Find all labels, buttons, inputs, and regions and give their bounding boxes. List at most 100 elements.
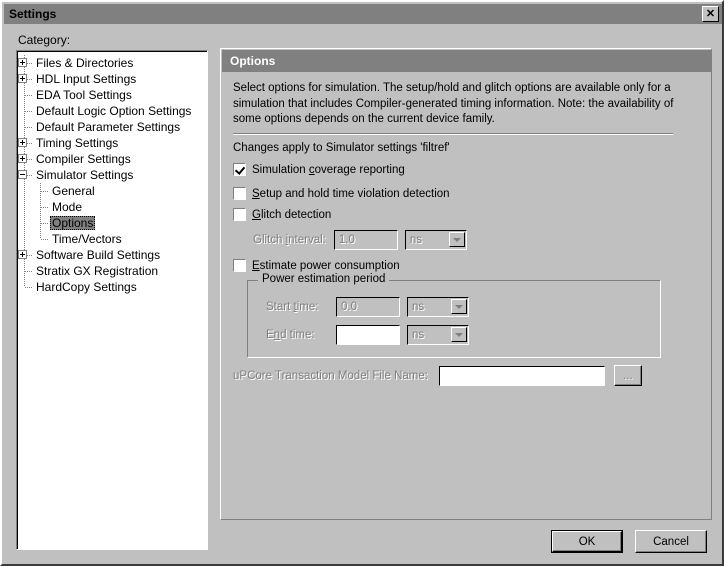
checkbox-setup-hold[interactable] — [233, 187, 246, 200]
end-time-row: End time: ns — [266, 325, 469, 345]
sidebar-item-label: Software Build Settings — [36, 248, 161, 262]
sidebar-item-label: Timing Settings — [36, 136, 119, 150]
options-description: Select options for simulation. The setup… — [233, 82, 674, 125]
checkbox-row-glitch-detection[interactable]: Glitch detection — [233, 208, 331, 221]
select-start-time-unit[interactable]: ns — [407, 297, 469, 317]
expand-icon[interactable] — [18, 138, 27, 147]
tree-node-connector — [17, 55, 33, 71]
label-setup-hold: Setup and hold time violation detection — [252, 187, 450, 200]
sidebar-item-timing-settings[interactable]: Timing Settings — [17, 135, 207, 151]
options-header: Options — [222, 50, 711, 72]
sidebar-item-label: Stratix GX Registration — [36, 264, 159, 278]
title-bar: Settings ✕ — [4, 4, 722, 24]
category-tree[interactable]: Files & Directories HDL Input Settings EDA… — [17, 51, 207, 295]
label-glitch-detection: Glitch detection — [252, 208, 332, 221]
sidebar-item-label: General — [52, 184, 95, 198]
group-power-estimation-period: Power estimation period Start time: 0.0 … — [247, 273, 661, 358]
sidebar-item-general[interactable]: General — [17, 183, 207, 199]
options-panel: Options Select options for simulation. T… — [220, 48, 712, 520]
section-divider — [233, 133, 673, 135]
browse-button[interactable]: ... — [613, 365, 642, 386]
label-upcore-file: uPCore Transaction Model File Name: — [233, 369, 428, 382]
chevron-down-icon[interactable] — [448, 232, 465, 247]
sidebar-item-label: HardCopy Settings — [36, 280, 137, 294]
checkbox-row-setup-hold[interactable]: Setup and hold time violation detection — [233, 187, 450, 200]
expand-icon[interactable] — [18, 154, 27, 163]
tree-indent — [17, 199, 33, 215]
label-estimate-power: Estimate power consumption — [252, 259, 400, 272]
label-end-time: End time: — [266, 329, 315, 341]
sidebar-item-label: Simulator Settings — [36, 168, 134, 182]
upcore-file-row: uPCore Transaction Model File Name: ... — [233, 365, 642, 386]
sidebar-item-label: Mode — [52, 200, 83, 214]
tree-node-connector — [33, 199, 49, 215]
tree-node-connector — [33, 183, 49, 199]
category-label: Category: — [18, 33, 71, 47]
tree-indent — [17, 183, 33, 199]
sidebar-item-label: Options — [50, 216, 96, 230]
sidebar-item-time-vectors[interactable]: Time/Vectors — [17, 231, 207, 247]
sidebar-item-hardcopy-settings[interactable]: HardCopy Settings — [17, 279, 207, 295]
tree-node-connector — [17, 71, 33, 87]
sidebar-item-eda-tool-settings[interactable]: EDA Tool Settings — [17, 87, 207, 103]
input-start-time[interactable]: 0.0 — [336, 297, 400, 317]
input-upcore-file[interactable] — [438, 365, 605, 386]
window-title: Settings — [9, 7, 57, 21]
input-end-time[interactable] — [336, 325, 400, 345]
expand-icon[interactable] — [18, 250, 27, 259]
sidebar-item-simulator-settings[interactable]: Simulator Settings — [17, 167, 207, 183]
checkbox-simulation-coverage[interactable] — [233, 163, 246, 176]
chevron-down-icon[interactable] — [451, 327, 467, 342]
checkbox-row-simulation-coverage[interactable]: Simulation coverage reporting — [233, 163, 405, 176]
sidebar-item-options[interactable]: Options — [17, 215, 207, 231]
input-glitch-interval[interactable]: 1.0 — [333, 230, 398, 250]
changes-apply-text: Changes apply to Simulator settings 'fil… — [233, 142, 450, 154]
tree-node-connector — [17, 167, 33, 183]
tree-node-connector — [33, 215, 49, 231]
start-time-row: Start time: 0.0 ns — [266, 297, 469, 317]
sidebar-item-default-parameter-settings[interactable]: Default Parameter Settings — [17, 119, 207, 135]
tree-node-connector — [17, 87, 33, 103]
sidebar-item-label: HDL Input Settings — [36, 72, 137, 86]
tree-node-connector — [17, 247, 33, 263]
cancel-button[interactable]: Cancel — [635, 530, 707, 553]
ok-button[interactable]: OK — [551, 530, 623, 553]
sidebar-item-label: Default Parameter Settings — [36, 120, 181, 134]
tree-node-connector — [33, 231, 49, 247]
expand-icon[interactable] — [18, 58, 27, 67]
tree-indent — [17, 215, 33, 231]
tree-indent — [17, 231, 33, 247]
checkbox-glitch-detection[interactable] — [233, 208, 246, 221]
sidebar-item-mode[interactable]: Mode — [17, 199, 207, 215]
tree-node-connector — [17, 263, 33, 279]
checkbox-row-estimate-power[interactable]: Estimate power consumption — [233, 259, 400, 272]
glitch-interval-row: Glitch interval: 1.0 ns — [253, 230, 467, 250]
tree-node-connector — [17, 103, 33, 119]
sidebar-item-label: Default Logic Option Settings — [36, 104, 192, 118]
expand-icon[interactable] — [18, 74, 27, 83]
label-start-time: Start time: — [266, 301, 319, 313]
group-title-power-estimation-period: Power estimation period — [258, 273, 390, 285]
sidebar-item-files-directories[interactable]: Files & Directories — [17, 55, 207, 71]
close-icon[interactable]: ✕ — [702, 6, 719, 22]
sidebar-item-label: Files & Directories — [36, 56, 134, 70]
options-header-title: Options — [230, 54, 276, 68]
sidebar-item-label: EDA Tool Settings — [36, 88, 132, 102]
label-glitch-interval: Glitch interval: — [253, 234, 326, 246]
select-glitch-interval-unit[interactable]: ns — [404, 230, 467, 250]
sidebar-item-software-build-settings[interactable]: Software Build Settings — [17, 247, 207, 263]
sidebar-item-stratix-gx-registration[interactable]: Stratix GX Registration — [17, 263, 207, 279]
sidebar-item-label: Time/Vectors — [52, 232, 122, 246]
sidebar-item-default-logic-option-settings[interactable]: Default Logic Option Settings — [17, 103, 207, 119]
select-end-time-unit[interactable]: ns — [407, 325, 469, 345]
label-simulation-coverage: Simulation coverage reporting — [252, 163, 405, 176]
category-tree-panel: Files & Directories HDL Input Settings EDA… — [16, 50, 208, 550]
collapse-icon[interactable] — [18, 170, 27, 179]
checkbox-estimate-power[interactable] — [233, 259, 246, 272]
chevron-down-icon[interactable] — [451, 299, 467, 314]
tree-node-connector — [17, 151, 33, 167]
sidebar-item-compiler-settings[interactable]: Compiler Settings — [17, 151, 207, 167]
settings-dialog: Settings ✕ Category: Files & Directories… — [0, 0, 724, 566]
sidebar-item-hdl-input-settings[interactable]: HDL Input Settings — [17, 71, 207, 87]
tree-node-connector — [17, 119, 33, 135]
